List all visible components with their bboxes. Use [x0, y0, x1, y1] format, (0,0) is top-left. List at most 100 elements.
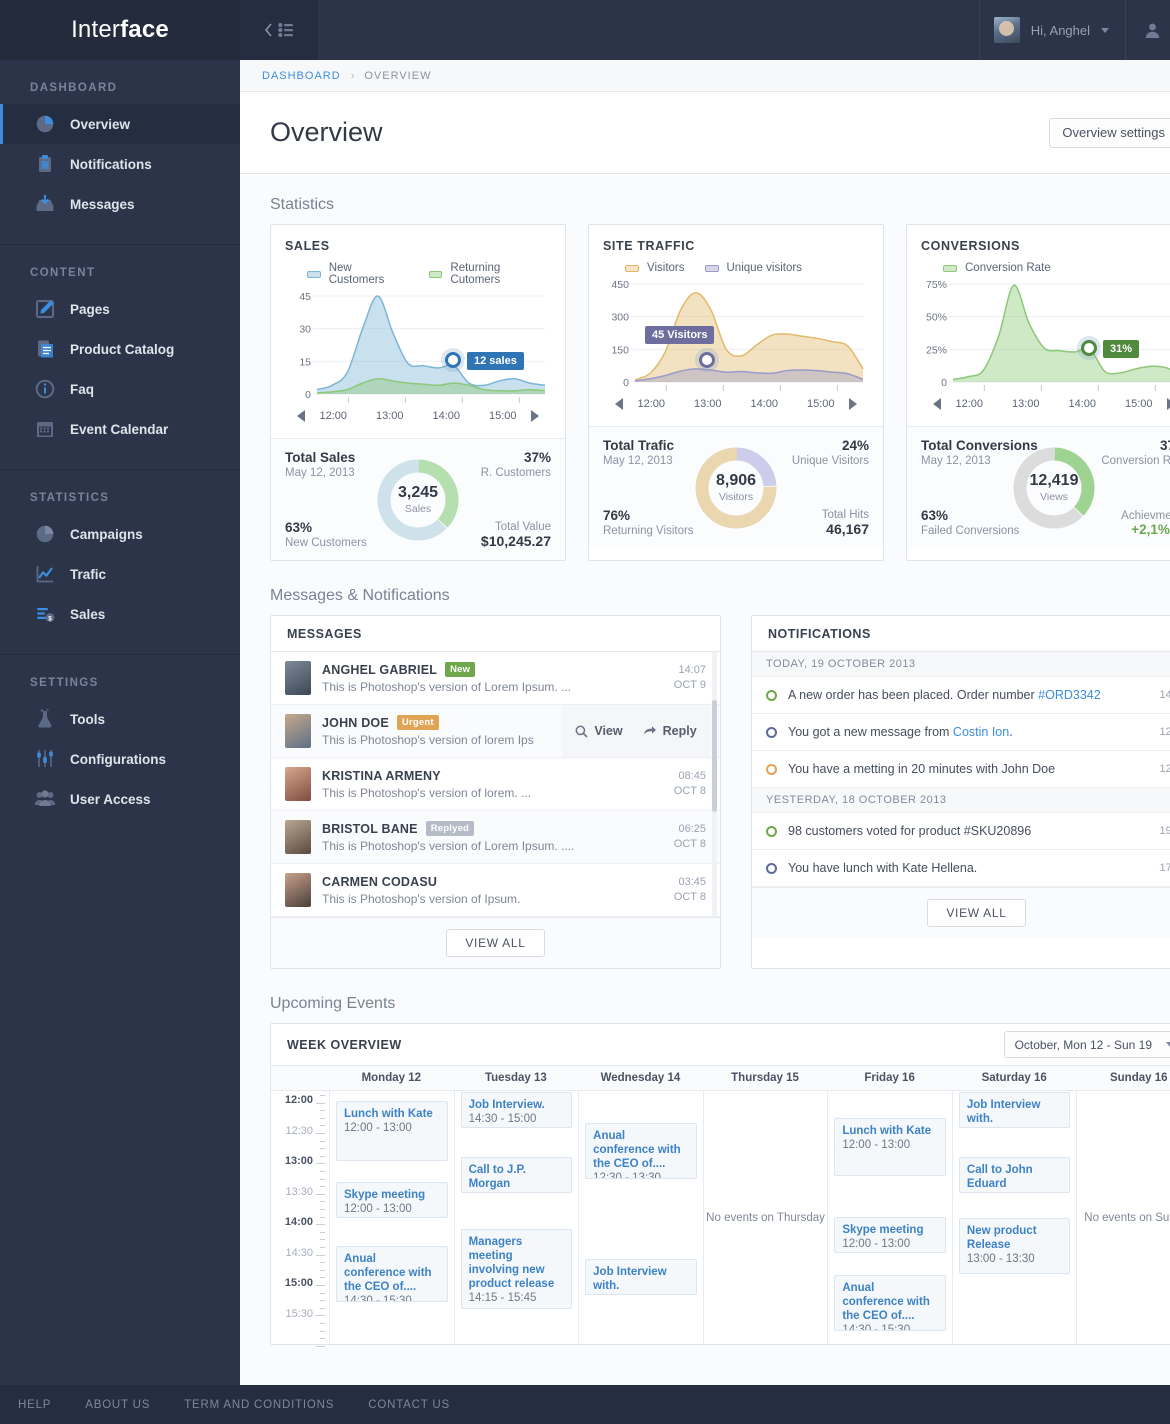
calendar-day-column-saturday-16: Job Interview with. 14:30 - 15:00 Call to …	[951, 1091, 1077, 1344]
sidebar-item-pages[interactable]: Pages	[0, 289, 240, 329]
calendar-event[interactable]: New product Release 13:00 - 13:30	[958, 1218, 1071, 1274]
calendar-event[interactable]: Skype meeting 12:00 - 13:00	[834, 1217, 946, 1253]
ruler-tick	[320, 1110, 325, 1112]
calendar-range-selector[interactable]: October, Mon 12 - Sun 19	[1003, 1031, 1170, 1058]
sidebar-item-faq[interactable]: Faq	[0, 369, 240, 409]
sidebar-item-campaigns[interactable]: Campaigns	[0, 514, 240, 554]
view-action-label: View	[594, 724, 623, 738]
calendar-event[interactable]: Managers meeting involving new product r…	[460, 1229, 573, 1309]
chart-highlight-point[interactable]	[699, 352, 715, 368]
ruler-tick	[320, 1148, 325, 1150]
chart-next-arrow[interactable]	[531, 410, 539, 422]
user-menu[interactable]: Hi, Anghel	[978, 0, 1125, 60]
sidebar-item-label: Campaigns	[70, 526, 143, 542]
calendar-event[interactable]: Job Interview. 14:30 - 15:00	[460, 1092, 573, 1128]
sidebar-item-label: Pages	[70, 301, 110, 317]
overview-settings-button[interactable]: Overview settings	[1049, 117, 1170, 148]
sidebar-item-sales[interactable]: $ Sales	[0, 594, 240, 634]
chart-prev-arrow[interactable]	[297, 410, 305, 422]
sidebar-item-overview[interactable]: Overview	[0, 104, 240, 144]
footer-link-contact-us[interactable]: CONTACT US	[368, 1399, 450, 1411]
calendar-event[interactable]: Lunch with Kate 12:00 - 13:00	[336, 1101, 448, 1161]
message-preview: This is Photoshop's version of Lorem Ips…	[322, 680, 572, 694]
message-row[interactable]: JOHN DOE Urgent This is Photoshop's versio…	[271, 705, 720, 758]
svg-text:450: 450	[611, 279, 629, 291]
calendar-event[interactable]: Skype meeting 12:00 - 13:00	[336, 1182, 448, 1218]
calendar-event[interactable]: Call to John Eduard 13:00 - 13:30	[958, 1157, 1071, 1193]
calendar-time-label: 12:00	[284, 1094, 313, 1106]
message-time: 03:45	[678, 876, 706, 888]
reply-action[interactable]: Reply	[643, 724, 697, 738]
message-hover-actions: View Reply	[562, 705, 710, 757]
sidebar-item-product-catalog[interactable]: Product Catalog	[0, 329, 240, 369]
app-root: Inter face DASHBOARD Overview Notifications…	[0, 0, 1170, 1424]
sidebar-item-user-access[interactable]: User Access	[0, 779, 240, 819]
donut-label: Sales	[404, 503, 432, 515]
page-title: Overview	[270, 117, 383, 147]
statistics-cards: SALES New Customers Returning Cutomers 45 30…	[270, 224, 1170, 561]
chart-highlight-point[interactable]	[445, 352, 461, 368]
notification-row[interactable]: You have lunch with Kate Hellena. 17:41	[752, 850, 1170, 887]
calendar-event[interactable]: Anual conference with the CEO of.... 12:3…	[585, 1123, 697, 1179]
message-row[interactable]: ANGHEL GABRIEL New This is Photoshop's ver…	[271, 652, 720, 705]
collapse-menu-icon[interactable]	[240, 0, 318, 60]
footer-link-about-us[interactable]: ABOUT US	[85, 1399, 150, 1411]
calendar-event[interactable]: Lunch with Kate 12:00 - 13:00	[834, 1118, 946, 1176]
chart-prev-arrow[interactable]	[933, 398, 941, 410]
calendar-event[interactable]: Job Interview with. 14:30 - 15:00	[958, 1092, 1071, 1128]
calendar-event[interactable]: Job Interview with. 15:30 - 15:30	[585, 1259, 697, 1295]
notification-row[interactable]: 98 customers voted for product #SKU20896…	[752, 813, 1170, 850]
sidebar-item-configurations[interactable]: Configurations	[0, 739, 240, 779]
calendar-ruler	[316, 1091, 325, 1347]
donut-label: Views	[1040, 491, 1068, 503]
notification-row[interactable]: A new order has been placed. Order numbe…	[752, 677, 1170, 714]
chart-prev-arrow[interactable]	[615, 398, 623, 410]
calendar-title: WEEK OVERVIEW	[287, 1037, 402, 1052]
footer-link-help[interactable]: HELP	[18, 1399, 51, 1411]
chart-time-axis: 12:00 13:00 14:00 15:00	[285, 408, 551, 432]
donut-center: 12,419 Views	[1008, 442, 1100, 534]
brand-logo[interactable]: Inter face	[0, 0, 240, 60]
message-content: CARMEN CODASU This is Photoshop's version…	[322, 875, 663, 906]
messages-view-all-button[interactable]: VIEW ALL	[446, 929, 545, 957]
ruler-tick	[320, 1171, 325, 1172]
stat-card-chart-area: SALES New Customers Returning Cutomers 45 30…	[271, 225, 565, 438]
footer-link-terms[interactable]: TERM AND CONDITIONS	[184, 1399, 334, 1411]
sidebar-group-dashboard: DASHBOARD Overview Notifications Messages	[0, 60, 240, 245]
message-row[interactable]: KRISTINA ARMENY This is Photoshop's versi…	[271, 758, 720, 811]
message-row[interactable]: CARMEN CODASU This is Photoshop's version…	[271, 864, 720, 917]
message-timestamp: 03:45 OCT 8	[674, 875, 706, 905]
sidebar-item-tools[interactable]: Tools	[0, 699, 240, 739]
sidebar-item-notifications[interactable]: Notifications	[0, 144, 240, 184]
messages-scrollbar[interactable]	[712, 700, 717, 812]
calendar-wrapper: WEEK OVERVIEW October, Mon 12 - Sun 19 M…	[270, 1023, 1170, 1347]
notification-row[interactable]: You got a new message from Costin Ion. 12…	[752, 714, 1170, 751]
notifications-view-all-button[interactable]: VIEW ALL	[927, 899, 1026, 927]
calendar-grid: 12:00 12:30 13:00 13:30 14:00 14:30 15:00 15:30…	[271, 1091, 1170, 1347]
calendar-event[interactable]: Anual conference with the CEO of.... 14:3…	[336, 1246, 448, 1302]
calendar-event[interactable]: Anual conference with the CEO of.... 14:3…	[834, 1275, 946, 1331]
chart-highlight-point[interactable]	[1081, 340, 1097, 356]
calendar-time-label: 15:00	[284, 1277, 313, 1289]
notifications-list[interactable]: TODAY, 19 OCTOBER 2013 A new order has be…	[752, 652, 1170, 887]
status-dot-icon	[766, 689, 777, 701]
messages-list[interactable]: ANGHEL GABRIEL New This is Photoshop's ver…	[271, 652, 720, 917]
view-action[interactable]: View	[575, 724, 623, 738]
sidebar-item-messages[interactable]: Messages	[0, 184, 240, 224]
person-icon[interactable]	[1125, 0, 1170, 60]
notification-link[interactable]: #ORD3342	[1038, 688, 1101, 702]
message-badge: Urgent	[396, 715, 439, 730]
sidebar-item-trafic[interactable]: Trafic	[0, 554, 240, 594]
calendar-event[interactable]: Call to J.P. Morgan 13:00 - 13:30	[460, 1157, 573, 1193]
calendar-event-hours: 14:30 - 15:00	[468, 1113, 537, 1125]
message-sender-name: JOHN DOE	[322, 715, 389, 730]
sidebar-item-event-calendar[interactable]: Event Calendar	[0, 409, 240, 449]
notification-row[interactable]: You have a metting in 20 minutes with Jo…	[752, 751, 1170, 788]
message-content: KRISTINA ARMENY This is Photoshop's versi…	[322, 769, 663, 800]
breadcrumb-root[interactable]: DASHBOARD	[262, 70, 341, 82]
svg-text:150: 150	[611, 344, 629, 356]
notification-link[interactable]: Costin Ion	[953, 725, 1009, 739]
calendar-day-header: Wednesday 14	[600, 1072, 681, 1084]
chart-next-arrow[interactable]	[849, 398, 857, 410]
message-row[interactable]: BRISTOL BANE Replyed This is Photoshop's v…	[271, 811, 720, 864]
